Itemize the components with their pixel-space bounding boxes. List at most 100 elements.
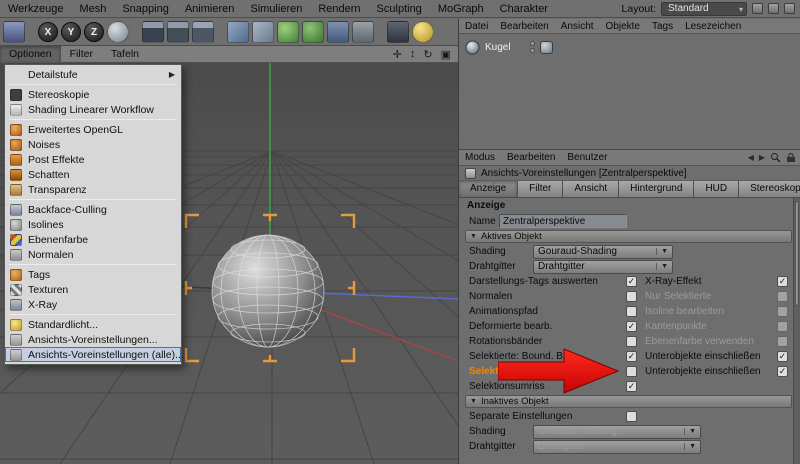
render-settings-icon[interactable] [192, 21, 214, 43]
drahtgitter-dropdown[interactable]: Drahtgitter▼ [533, 260, 673, 274]
menu-werkzeuge[interactable]: Werkzeuge [0, 0, 71, 18]
menu-item-normalen[interactable]: Normalen [5, 247, 181, 262]
menu-item-noises[interactable]: Noises [5, 137, 181, 152]
name-input[interactable] [499, 214, 627, 228]
array-icon[interactable] [327, 21, 349, 43]
menu-animieren[interactable]: Animieren [177, 0, 243, 18]
menu-item-standardlicht[interactable]: Standardlicht... [5, 317, 181, 332]
menu-benutzer[interactable]: Benutzer [561, 152, 613, 163]
menu-item-opengl[interactable]: Erweitertes OpenGL [5, 122, 181, 137]
menu-item-xray[interactable]: X-Ray [5, 297, 181, 312]
window-minimize-button[interactable] [752, 3, 763, 14]
inactive-drahtgitter-dropdown[interactable]: Drahtgitter▼ [533, 440, 701, 454]
spline-pen-icon[interactable] [252, 21, 274, 43]
checkbox-kantenpunkte[interactable] [777, 321, 788, 332]
menu-ansicht[interactable]: Ansicht [555, 21, 600, 32]
history-forward-icon[interactable]: ▶ [759, 153, 765, 162]
menu-am-bearbeiten[interactable]: Bearbeiten [501, 152, 561, 163]
checkbox-rotationsbaender[interactable] [626, 336, 637, 347]
menu-item-isolines[interactable]: Isolines [5, 217, 181, 232]
menu-item-tags[interactable]: Tags [5, 267, 181, 282]
subdivision-surface-icon[interactable] [277, 21, 299, 43]
layout-select[interactable]: Standard [661, 2, 747, 16]
render-view-icon[interactable] [142, 21, 164, 43]
menu-item-ebenenfarbe[interactable]: Ebenenfarbe [5, 232, 181, 247]
lock-x-axis-button[interactable]: X [38, 22, 58, 42]
add-cube-icon[interactable] [227, 21, 249, 43]
tab-filter[interactable]: Filter [518, 181, 563, 197]
phong-tag-icon[interactable] [540, 41, 553, 54]
tab-ansicht[interactable]: Ansicht [563, 181, 619, 197]
checkbox-animationspfad[interactable] [626, 306, 637, 317]
inactive-shading-dropdown[interactable]: Gouraud-Shading▼ [533, 425, 701, 439]
environment-icon[interactable] [352, 21, 374, 43]
checkbox-xray-effekt[interactable] [777, 276, 788, 287]
menu-rendern[interactable]: Rendern [310, 0, 368, 18]
shading-dropdown[interactable]: Gouraud-Shading▼ [533, 245, 673, 259]
checkbox-normalen[interactable] [626, 291, 637, 302]
menu-charakter[interactable]: Charakter [492, 0, 556, 18]
menu-item-linear-workflow[interactable]: Shading Linearer Workflow [5, 102, 181, 117]
checkbox-unterobjekte-2[interactable] [777, 366, 788, 377]
window-maximize-button[interactable] [768, 3, 779, 14]
menu-item-ansichts-voreinstellungen-alle[interactable]: Ansichts-Voreinstellungen (alle)... [5, 347, 181, 362]
history-back-icon[interactable]: ◀ [748, 153, 754, 162]
menu-item-detailstufe[interactable]: Detailstufe▶ [5, 67, 181, 82]
menu-item-ansichts-voreinstellungen[interactable]: Ansichts-Voreinstellungen... [5, 332, 181, 347]
pan-view-icon[interactable]: ✛ [393, 48, 402, 61]
menu-item-backface-culling[interactable]: Backface-Culling [5, 202, 181, 217]
toggle-view-icon[interactable]: ▣ [441, 48, 451, 61]
camera-icon[interactable] [387, 21, 409, 43]
group-inaktives-objekt[interactable]: ▼ Inaktives Objekt [465, 395, 792, 408]
checkbox-isoline-bearbeiten[interactable] [777, 306, 788, 317]
attribute-scrollbar[interactable] [793, 198, 800, 464]
menu-mesh[interactable]: Mesh [71, 0, 114, 18]
object-row-kugel[interactable]: Kugel [465, 39, 794, 55]
lock-icon[interactable] [786, 152, 796, 163]
window-close-button[interactable] [784, 3, 795, 14]
tab-hintergrund[interactable]: Hintergrund [619, 181, 694, 197]
checkbox-ebenenfarbe-verwenden[interactable] [777, 336, 788, 347]
menu-optionen[interactable]: Optionen [0, 46, 61, 63]
light-icon[interactable] [412, 21, 434, 43]
menu-tafeln[interactable]: Tafeln [102, 46, 148, 63]
checkbox-selektionsumriss[interactable] [626, 381, 637, 392]
tab-hud[interactable]: HUD [694, 181, 739, 197]
render-region-icon[interactable] [167, 21, 189, 43]
menu-item-schatten[interactable]: Schatten [5, 167, 181, 182]
menu-tags[interactable]: Tags [646, 21, 679, 32]
menu-lesezeichen[interactable]: Lesezeichen [679, 21, 747, 32]
menu-item-transparenz[interactable]: Transparenz [5, 182, 181, 197]
checkbox-nur-selektierte[interactable] [777, 291, 788, 302]
checkbox-selektierte-bound-box[interactable] [626, 351, 637, 362]
menu-objekte[interactable]: Objekte [600, 21, 646, 32]
menu-datei[interactable]: Datei [459, 21, 494, 32]
menu-item-texturen[interactable]: Texturen [5, 282, 181, 297]
checkbox-deformierte-bearb[interactable] [626, 321, 637, 332]
menu-simulieren[interactable]: Simulieren [242, 0, 310, 18]
search-icon[interactable] [770, 152, 781, 163]
deformer-icon[interactable] [302, 21, 324, 43]
tab-stereoskopie[interactable]: Stereoskopie [739, 181, 800, 197]
menu-sculpting[interactable]: Sculpting [369, 0, 430, 18]
coordinate-system-icon[interactable] [107, 21, 129, 43]
checkbox-separate-einstellungen[interactable] [626, 411, 637, 422]
visibility-dots[interactable] [530, 41, 535, 53]
tab-anzeige[interactable]: Anzeige [459, 181, 518, 197]
zoom-view-icon[interactable]: ↕ [410, 48, 416, 60]
menu-modus[interactable]: Modus [459, 152, 501, 163]
lock-y-axis-button[interactable]: Y [61, 22, 81, 42]
checkbox-darstellungs-tags[interactable] [626, 276, 637, 287]
menu-item-stereoskopie[interactable]: Stereoskopie [5, 87, 181, 102]
group-aktives-objekt[interactable]: ▼ Aktives Objekt [465, 230, 792, 243]
checkbox-unterobjekte-1[interactable] [777, 351, 788, 362]
selection-tool-icon[interactable] [3, 21, 25, 43]
menu-item-post-effekte[interactable]: Post Effekte [5, 152, 181, 167]
menu-filter[interactable]: Filter [61, 46, 102, 63]
rotate-view-icon[interactable]: ↻ [423, 48, 432, 61]
menu-mograph[interactable]: MoGraph [430, 0, 492, 18]
lock-z-axis-button[interactable]: Z [84, 22, 104, 42]
menu-bearbeiten[interactable]: Bearbeiten [494, 21, 554, 32]
checkbox-selektierte-drahtgitter[interactable] [626, 366, 637, 377]
menu-snapping[interactable]: Snapping [114, 0, 177, 18]
